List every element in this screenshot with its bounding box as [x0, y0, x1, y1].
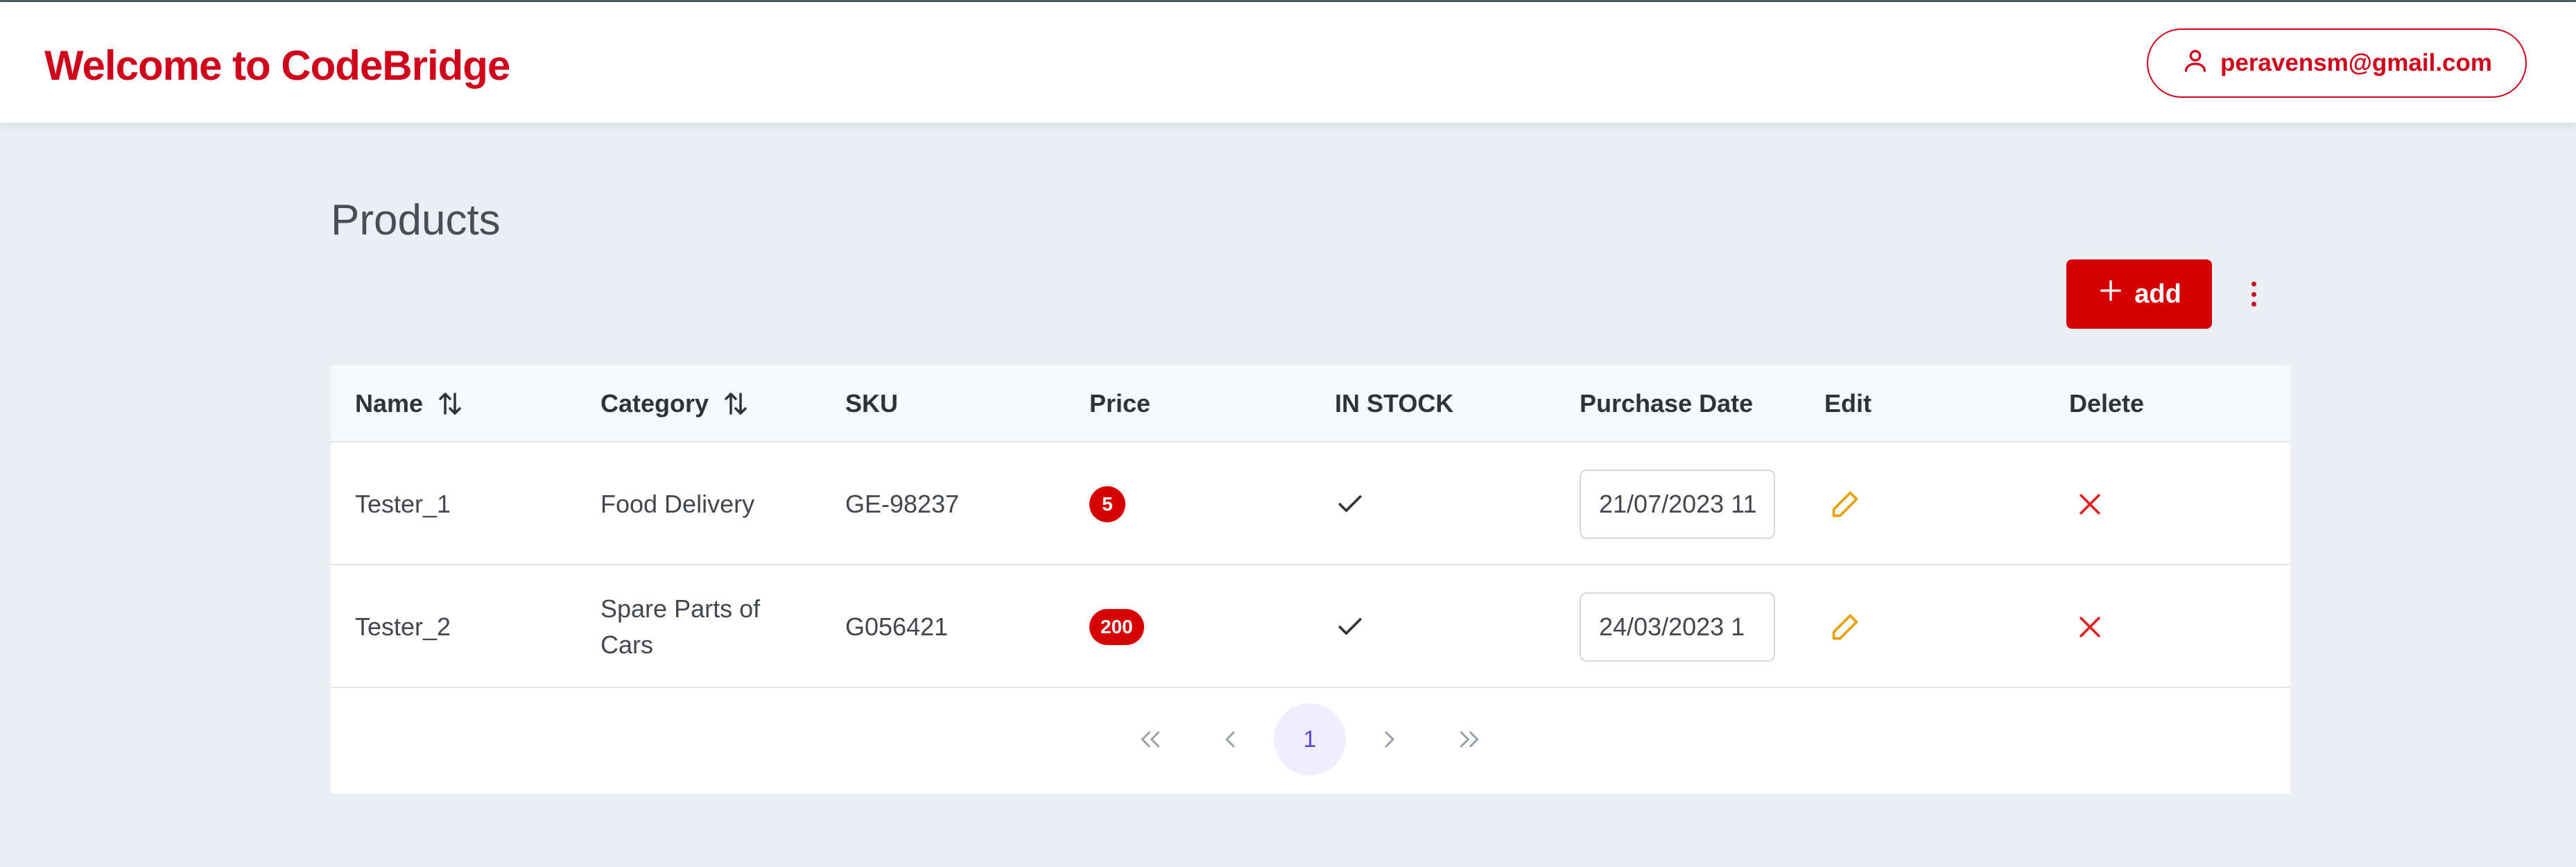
column-header-category[interactable]: Category — [600, 365, 750, 443]
close-icon — [2080, 616, 2100, 637]
last-page-button[interactable] — [1433, 703, 1505, 775]
kebab-menu-icon[interactable] — [2240, 275, 2267, 314]
table-row: Tester_1 Food Delivery GE-98237 5 — [331, 443, 2290, 565]
check-icon — [1338, 495, 1362, 512]
pencil-icon — [1832, 491, 1858, 517]
column-label-name: Name — [355, 389, 424, 418]
edit-button[interactable] — [1824, 483, 1866, 525]
delete-button[interactable] — [2069, 606, 2111, 648]
column-header-sku: SKU — [845, 389, 899, 418]
column-header-delete: Delete — [2069, 389, 2145, 418]
first-page-button[interactable] — [1114, 703, 1186, 775]
user-email: peravensm@gmail.com — [2220, 49, 2493, 76]
products-table: Name Category SKU Price IN STOCK Purchas… — [331, 365, 2290, 793]
cell-name: Tester_2 — [355, 612, 451, 641]
add-button-label: add — [2134, 279, 2181, 309]
close-icon — [2080, 493, 2100, 515]
add-product-button[interactable]: add — [2066, 259, 2212, 329]
column-header-price: Price — [1089, 389, 1151, 418]
column-label-category: Category — [600, 389, 709, 418]
brand-title: Welcome to CodeBridge — [44, 42, 510, 89]
edit-button[interactable] — [1824, 606, 1866, 648]
page-title: Products — [331, 196, 501, 244]
column-header-purchase-date: Purchase Date — [1580, 389, 1754, 418]
delete-button[interactable] — [2069, 483, 2111, 525]
cell-sku: GE-98237 — [845, 489, 960, 518]
previous-page-button[interactable] — [1194, 703, 1266, 775]
user-icon — [2181, 46, 2209, 80]
chevron-left-icon — [1225, 731, 1235, 748]
check-icon — [1338, 617, 1362, 635]
sort-icon[interactable] — [435, 389, 465, 418]
column-header-edit: Edit — [1824, 389, 1872, 418]
cell-sku: G056421 — [845, 612, 949, 641]
cell-category: Spare Parts of Cars — [600, 594, 761, 659]
sort-icon[interactable] — [721, 389, 750, 418]
cell-name: Tester_1 — [355, 489, 451, 518]
double-chevron-right-icon — [1460, 731, 1479, 748]
plus-icon — [2097, 277, 2125, 311]
price-badge: 5 — [1089, 486, 1125, 522]
page-number-button[interactable]: 1 — [1274, 703, 1346, 775]
cell-category: Food Delivery — [600, 489, 755, 518]
table-row: Tester_2 Spare Parts of Cars G056421 200 — [331, 565, 2290, 688]
next-page-button[interactable] — [1354, 703, 1426, 775]
price-badge: 200 — [1089, 608, 1144, 645]
column-header-in-stock: IN STOCK — [1335, 389, 1454, 418]
table-header: Name Category SKU Price IN STOCK Purchas… — [331, 365, 2290, 443]
pencil-icon — [1832, 614, 1858, 639]
column-header-name[interactable]: Name — [355, 365, 465, 443]
user-account-button[interactable]: peravensm@gmail.com — [2147, 28, 2527, 98]
double-chevron-left-icon — [1141, 731, 1160, 748]
app-header: Welcome to CodeBridge peravensm@gmail.co… — [0, 2, 2576, 123]
purchase-date-input[interactable] — [1580, 592, 1775, 662]
purchase-date-input[interactable] — [1580, 469, 1775, 539]
chevron-right-icon — [1385, 731, 1394, 748]
